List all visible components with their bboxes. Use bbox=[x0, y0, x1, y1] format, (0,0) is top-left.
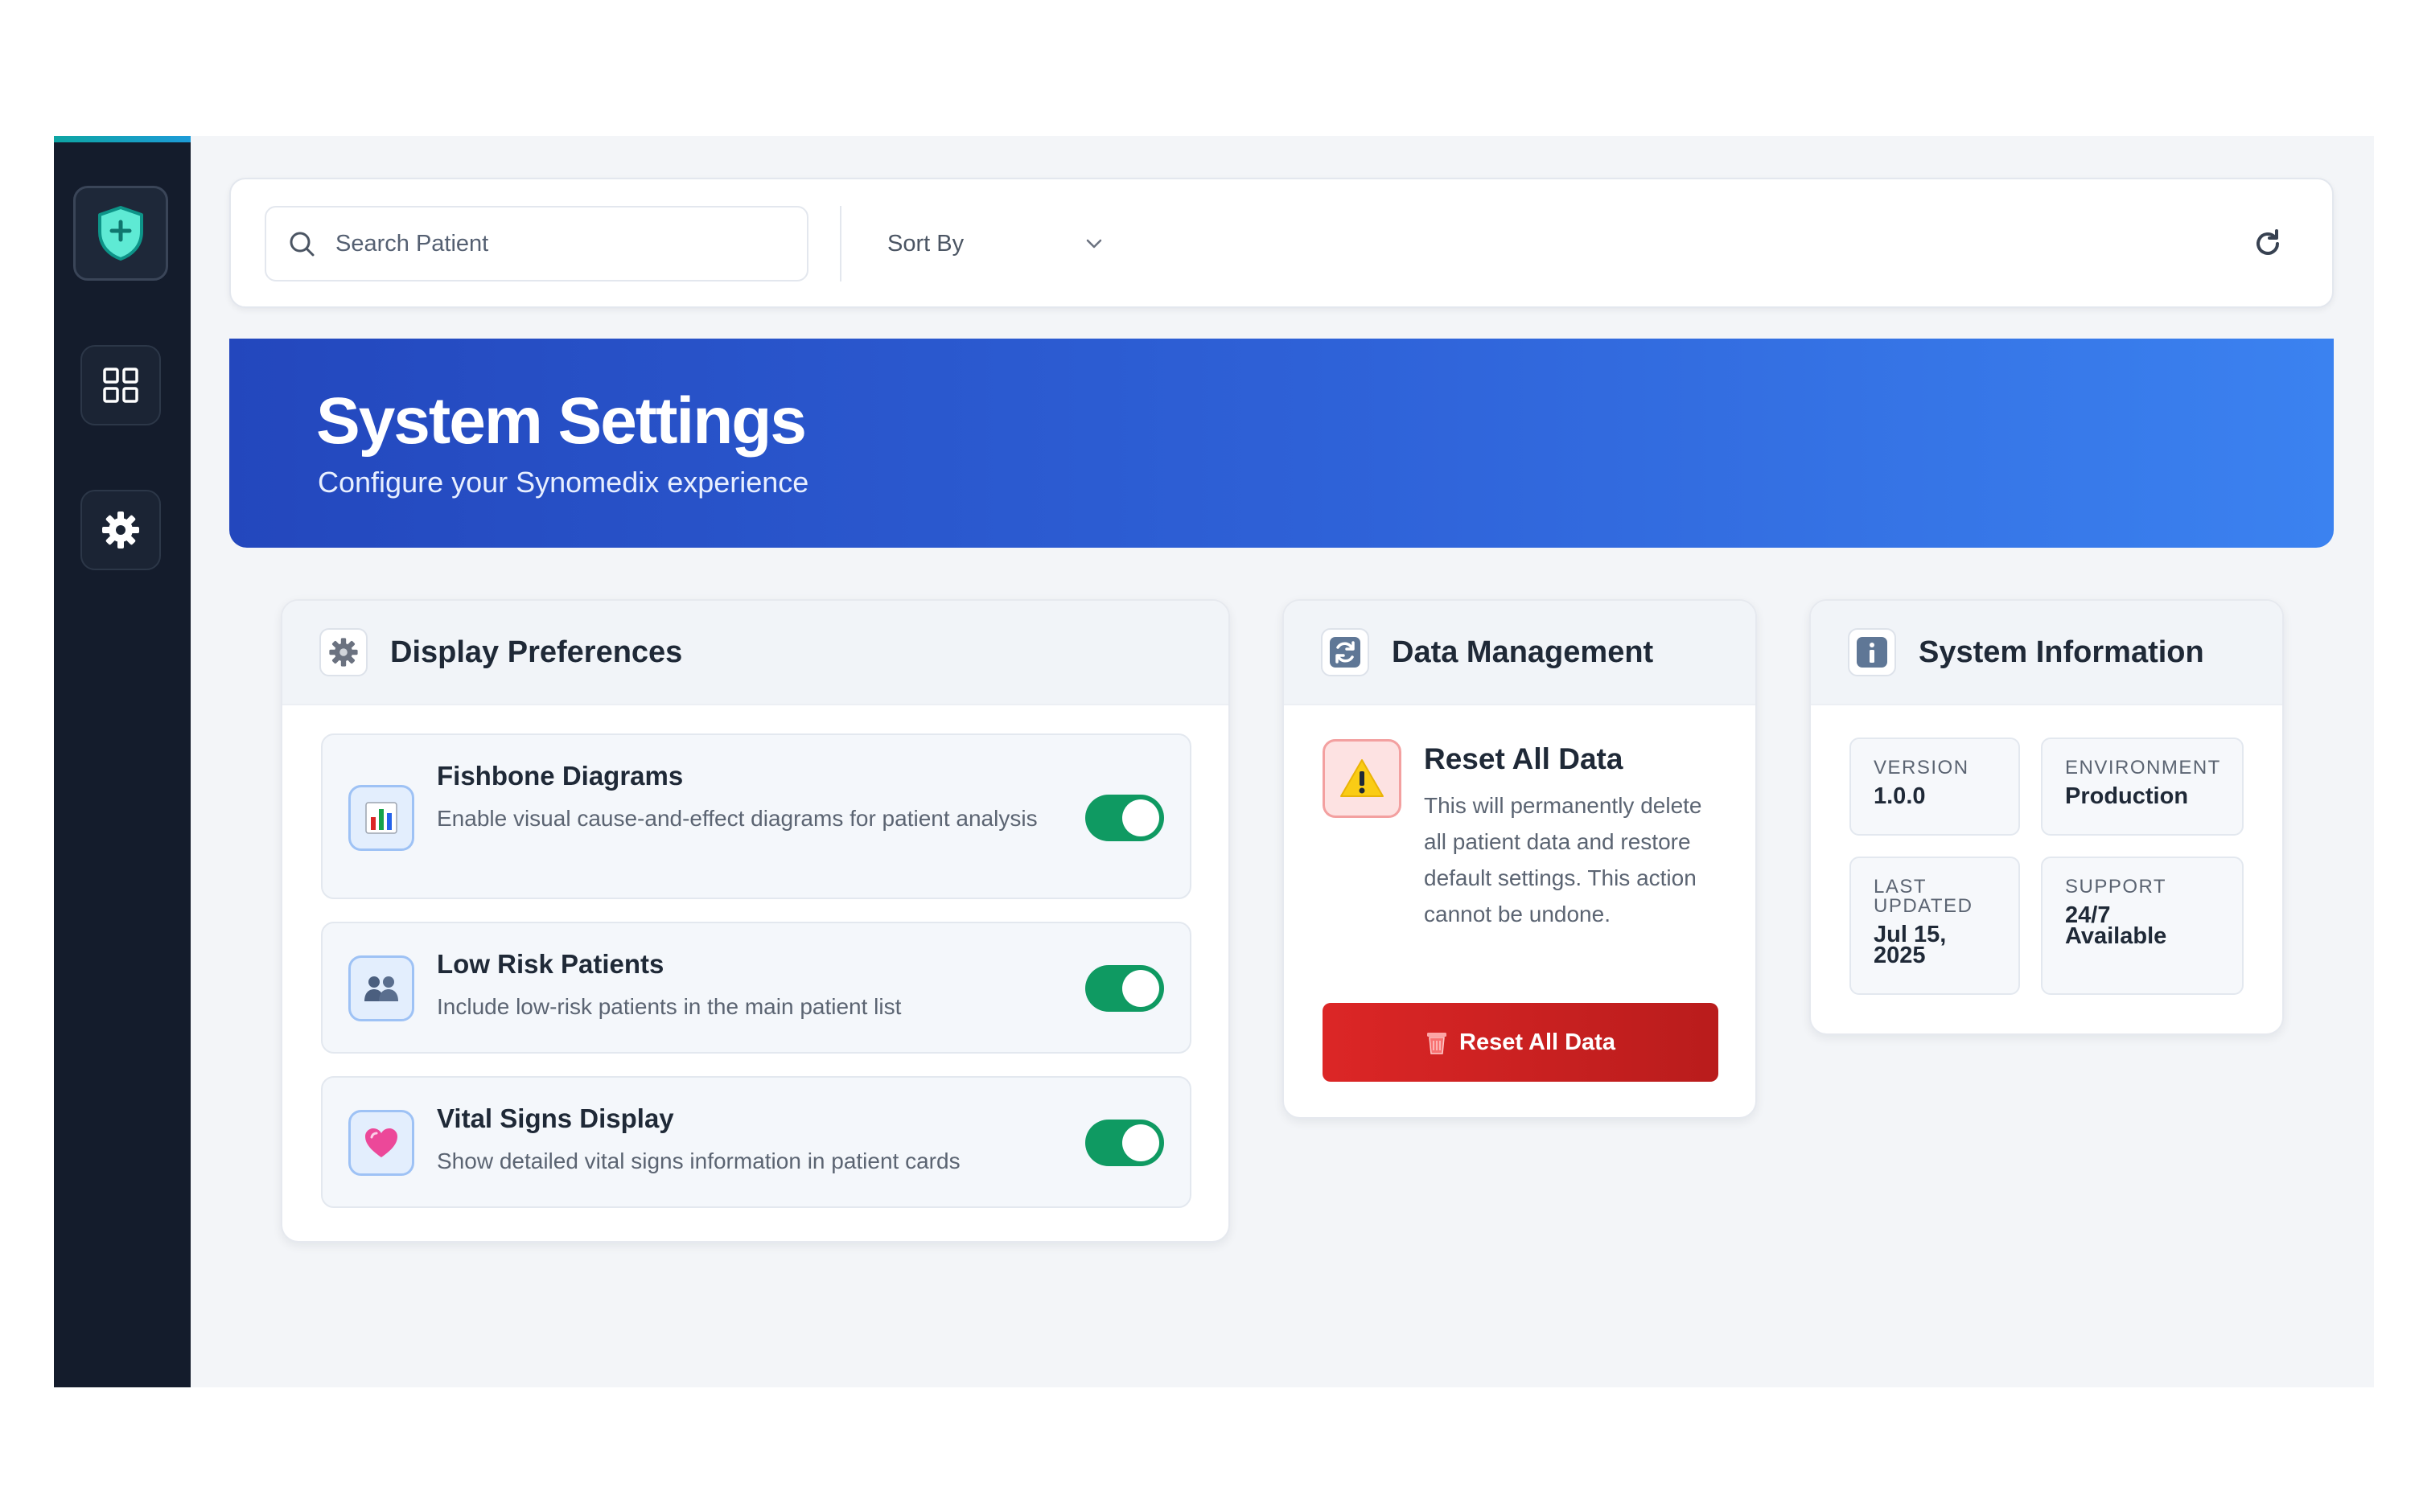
preference-description: Enable visual cause-and-effect diagrams … bbox=[437, 806, 1038, 831]
system-information-card: System Information VERSION 1.0.0 ENVIRON… bbox=[1809, 599, 2284, 1035]
info-tile-last-updated: LAST UPDATED Jul 15, 2025 bbox=[1849, 857, 2020, 995]
toggle-knob bbox=[1122, 1124, 1159, 1161]
reset-all-data-button[interactable]: Reset All Data bbox=[1323, 1003, 1718, 1082]
preference-title: Fishbone Diagrams bbox=[437, 761, 684, 791]
settings-hero-banner: System Settings Configure your Synomedix… bbox=[229, 339, 2334, 548]
info-value: Production bbox=[2065, 783, 2189, 809]
info-label: VERSION bbox=[1874, 757, 1969, 779]
info-value: 24/7 Available bbox=[2065, 902, 2167, 949]
card-title: Display Preferences bbox=[390, 635, 683, 669]
data-management-card: Data Management Reset All Data This will… bbox=[1282, 599, 1757, 1119]
info-tile-support: SUPPORT 24/7 Available bbox=[2041, 857, 2244, 995]
preference-description: Show detailed vital signs information in… bbox=[437, 1148, 961, 1173]
sidebar-accent-bar bbox=[54, 136, 191, 142]
card-header: Display Preferences bbox=[282, 601, 1228, 705]
people-icon bbox=[348, 955, 414, 1021]
warning-icon bbox=[1323, 739, 1401, 818]
card-header: System Information bbox=[1811, 601, 2282, 705]
vital-signs-display-toggle[interactable] bbox=[1085, 1120, 1164, 1166]
card-title: System Information bbox=[1919, 635, 2204, 669]
info-label: LAST UPDATED bbox=[1874, 876, 1973, 917]
bar-chart-icon bbox=[348, 785, 414, 851]
sort-by-label: Sort By bbox=[887, 230, 965, 257]
low-risk-patients-toggle[interactable] bbox=[1085, 965, 1164, 1012]
grid-icon bbox=[103, 368, 138, 403]
preference-item-low-risk: Low Risk Patients Include low-risk patie… bbox=[321, 922, 1191, 1054]
page-subtitle: Configure your Synomedix experience bbox=[318, 466, 809, 499]
trash-icon bbox=[1427, 1033, 1447, 1054]
info-label: ENVIRONMENT bbox=[2065, 757, 2221, 779]
search-box[interactable] bbox=[265, 206, 808, 281]
preference-description: Include low-risk patients in the main pa… bbox=[437, 994, 902, 1019]
sidebar-dashboard-button[interactable] bbox=[80, 345, 161, 425]
reset-button-label: Reset All Data bbox=[1459, 1029, 1615, 1055]
sync-icon bbox=[1321, 628, 1369, 676]
sidebar-settings-button[interactable] bbox=[80, 490, 161, 570]
toggle-knob bbox=[1122, 799, 1159, 836]
gear-icon bbox=[102, 512, 139, 549]
fishbone-diagrams-toggle[interactable] bbox=[1085, 795, 1164, 841]
reset-warning-text: This will permanently delete all patient… bbox=[1424, 793, 1702, 927]
info-value: Jul 15, 2025 bbox=[1874, 922, 1947, 968]
info-value: 1.0.0 bbox=[1874, 783, 1926, 809]
chevron-down-icon bbox=[1086, 239, 1102, 249]
heart-icon bbox=[348, 1110, 414, 1176]
toggle-knob bbox=[1122, 970, 1159, 1007]
toolbar-divider bbox=[840, 206, 841, 281]
info-tile-environment: ENVIRONMENT Production bbox=[2041, 738, 2244, 836]
top-toolbar: Sort By bbox=[229, 178, 2334, 308]
sort-by-select[interactable]: Sort By bbox=[874, 212, 1116, 276]
info-tile-version: VERSION 1.0.0 bbox=[1849, 738, 2020, 836]
card-header: Data Management bbox=[1284, 601, 1755, 705]
app-logo[interactable] bbox=[73, 186, 168, 281]
info-icon bbox=[1848, 628, 1896, 676]
reset-section-title: Reset All Data bbox=[1424, 742, 1623, 775]
gear-icon bbox=[319, 628, 368, 676]
sidebar bbox=[54, 136, 191, 1387]
preference-title: Low Risk Patients bbox=[437, 949, 664, 979]
search-input[interactable] bbox=[335, 230, 786, 257]
preference-item-fishbone: Fishbone Diagrams Enable visual cause-an… bbox=[321, 733, 1191, 899]
app-window: Sort By System Settings Configure your S… bbox=[54, 136, 2374, 1387]
shield-plus-icon bbox=[98, 206, 143, 261]
info-label: SUPPORT bbox=[2065, 876, 2167, 898]
preference-item-vital-signs: Vital Signs Display Show detailed vital … bbox=[321, 1076, 1191, 1208]
card-title: Data Management bbox=[1392, 635, 1654, 669]
refresh-button[interactable] bbox=[2244, 220, 2292, 268]
display-preferences-card: Display Preferences Fishbone Diagrams En… bbox=[281, 599, 1230, 1243]
search-icon bbox=[290, 232, 315, 257]
page-title: System Settings bbox=[316, 384, 807, 458]
refresh-icon bbox=[2256, 229, 2279, 255]
preference-title: Vital Signs Display bbox=[437, 1103, 674, 1133]
